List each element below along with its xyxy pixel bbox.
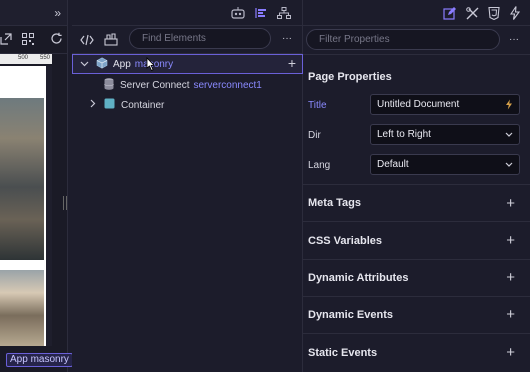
masonry-image <box>0 270 44 346</box>
code-icon[interactable] <box>80 34 94 48</box>
align-icon[interactable] <box>255 7 267 21</box>
refresh-icon[interactable] <box>50 32 63 45</box>
page-properties-title: Page Properties <box>308 71 392 83</box>
more-options-button[interactable]: ··· <box>282 33 292 44</box>
find-elements-input[interactable]: Find Elements <box>129 28 271 49</box>
tree-item-container[interactable]: Container <box>72 95 303 115</box>
robot-icon[interactable] <box>231 7 245 21</box>
structure-toolbar: Find Elements ··· <box>72 26 302 54</box>
design-preview: » 500 550 App masonry <box>0 0 73 372</box>
structure-header <box>72 0 302 26</box>
collapse-toggle-button[interactable]: » <box>54 6 61 20</box>
divider <box>303 184 530 185</box>
mouse-cursor-icon <box>145 56 157 76</box>
tree-item-label: Server Connect <box>120 79 190 91</box>
masonry-image <box>0 98 44 260</box>
title-value: Untitled Document <box>377 99 460 110</box>
cube-icon <box>96 56 108 72</box>
divider <box>303 259 530 260</box>
add-element-button[interactable]: + <box>288 56 296 71</box>
structure-panel: Find Elements ··· App masonry + Server C… <box>72 0 303 372</box>
ruler-label: 500 <box>18 55 29 61</box>
chevron-down-icon <box>505 125 513 145</box>
section-dynamic-events[interactable]: Dynamic Events <box>308 309 393 321</box>
section-css-variables[interactable]: CSS Variables <box>308 235 382 247</box>
properties-panel: Filter Properties ··· Page Properties Ti… <box>303 0 530 372</box>
divider <box>303 54 530 55</box>
tree-item-label: App <box>113 58 131 70</box>
resize-handle[interactable] <box>63 196 67 210</box>
chevron-down-icon <box>505 155 513 175</box>
filter-properties-input[interactable]: Filter Properties <box>306 29 500 50</box>
external-link-icon[interactable] <box>0 33 12 45</box>
add-dynamic-attribute-button[interactable]: + <box>506 270 515 285</box>
divider <box>303 333 530 334</box>
lang-label: Lang <box>308 160 331 171</box>
lang-select[interactable]: Default <box>370 154 520 175</box>
add-meta-tag-button[interactable]: + <box>506 196 515 211</box>
qr-code-icon[interactable] <box>22 33 34 45</box>
tools-icon[interactable] <box>466 7 479 22</box>
more-options-button[interactable]: ··· <box>509 34 519 45</box>
dir-label: Dir <box>308 130 321 141</box>
preview-scrollbar[interactable] <box>46 66 52 346</box>
lightning-icon[interactable] <box>505 95 513 117</box>
components-icon[interactable] <box>104 33 118 48</box>
css3-icon[interactable] <box>488 6 500 22</box>
database-icon <box>104 77 114 93</box>
dir-value: Left to Right <box>377 129 431 140</box>
properties-header <box>303 0 530 26</box>
ruler: 500 550 <box>0 54 52 64</box>
divider <box>303 296 530 297</box>
tree-item-app[interactable]: App masonry + <box>72 54 303 74</box>
chevron-right-icon[interactable] <box>90 99 98 111</box>
add-static-event-button[interactable]: + <box>506 345 515 360</box>
ruler-label-2: 550 <box>40 55 51 61</box>
title-field[interactable]: Untitled Document <box>370 94 520 115</box>
app-window: » 500 550 App masonry Find Elements ··· … <box>0 0 530 372</box>
container-icon <box>104 98 115 112</box>
divider <box>303 221 530 222</box>
tree-item-server-connect[interactable]: Server Connect serverconnect1 <box>72 75 303 95</box>
tree-item-label: Container <box>121 99 165 111</box>
edit-icon[interactable] <box>443 7 456 22</box>
section-static-events[interactable]: Static Events <box>308 347 377 359</box>
chevron-down-icon[interactable] <box>80 59 90 70</box>
section-meta-tags[interactable]: Meta Tags <box>308 197 361 209</box>
add-dynamic-event-button[interactable]: + <box>506 307 515 322</box>
sitemap-icon[interactable] <box>277 7 291 21</box>
selected-element-badge: App masonry <box>6 353 73 367</box>
section-dynamic-attributes[interactable]: Dynamic Attributes <box>308 272 408 284</box>
dir-select[interactable]: Left to Right <box>370 124 520 145</box>
title-label: Title <box>308 100 327 111</box>
lightning-icon[interactable] <box>509 6 521 22</box>
lang-value: Default <box>377 159 409 170</box>
tree-item-id: serverconnect1 <box>193 79 262 91</box>
preview-topbar: » <box>0 0 67 26</box>
preview-toolbar <box>0 26 67 54</box>
add-css-variable-button[interactable]: + <box>506 233 515 248</box>
